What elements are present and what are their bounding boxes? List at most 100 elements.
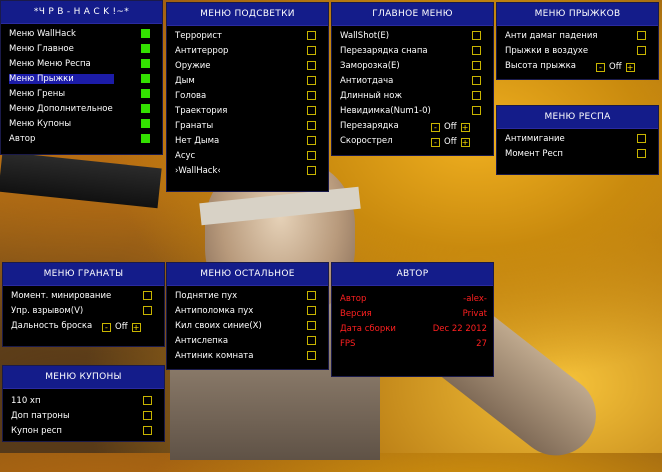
menu-checkbox[interactable] — [472, 61, 481, 70]
general-menu-item[interactable]: Антиотдача — [332, 74, 493, 89]
menu-checkbox[interactable] — [141, 44, 150, 53]
menu-item-label: Траектория — [175, 106, 228, 116]
menu-checkbox[interactable] — [307, 121, 316, 130]
general-menu-item[interactable]: Невидимка(Num1-0) — [332, 104, 493, 119]
plus-button[interactable]: + — [460, 138, 470, 147]
main-menu-item[interactable]: Меню Дополнительное — [1, 102, 162, 117]
menu-checkbox[interactable] — [472, 31, 481, 40]
highlight-menu-item[interactable]: Антитеррор — [167, 44, 328, 59]
general-menu-item[interactable]: Заморозка(E) — [332, 59, 493, 74]
highlight-menu-item[interactable]: Голова — [167, 89, 328, 104]
minus-button[interactable]: - — [102, 323, 111, 332]
menu-checkbox[interactable] — [307, 61, 316, 70]
general-menu-item[interactable]: Перезарядка снапа — [332, 44, 493, 59]
highlight-menu-item[interactable]: Террорист — [167, 29, 328, 44]
other-menu-item[interactable]: Кил своих синие(X) — [167, 319, 328, 334]
menu-checkbox[interactable] — [472, 46, 481, 55]
menu-checkbox[interactable] — [472, 106, 481, 115]
other-menu-item[interactable]: Антиник комната — [167, 349, 328, 364]
minus-button[interactable]: - — [596, 63, 605, 72]
menu-checkbox[interactable] — [143, 396, 152, 405]
stepper-control: - Off + — [596, 60, 635, 75]
highlight-menu-item[interactable]: Гранаты — [167, 119, 328, 134]
main-menu-item[interactable]: Меню Грены — [1, 87, 162, 102]
main-menu-item[interactable]: Меню Меню Респа — [1, 57, 162, 72]
general-menu-item[interactable]: Длинный нож — [332, 89, 493, 104]
author-info-row: FPS 27 — [332, 337, 493, 352]
other-menu-item[interactable]: Антислепка — [167, 334, 328, 349]
menu-item-label: Асус — [175, 151, 196, 161]
minus-button[interactable]: - — [431, 123, 440, 132]
highlight-menu-item[interactable]: Нет Дыма — [167, 134, 328, 149]
highlight-menu-item[interactable]: Дым — [167, 74, 328, 89]
plus-button[interactable]: + — [460, 123, 470, 132]
menu-checkbox[interactable] — [143, 411, 152, 420]
jump-menu-item[interactable]: Прыжки в воздухе — [497, 44, 658, 59]
highlight-menu-item[interactable]: Асус — [167, 149, 328, 164]
menu-checkbox[interactable] — [637, 46, 646, 55]
menu-checkbox[interactable] — [141, 74, 150, 83]
background-bandana — [199, 186, 361, 226]
other-menu-item[interactable]: Антиполомка пух — [167, 304, 328, 319]
menu-item-label: Меню Грены — [9, 89, 66, 99]
menu-checkbox[interactable] — [307, 106, 316, 115]
menu-checkbox[interactable] — [141, 104, 150, 113]
plus-button[interactable]: + — [131, 323, 141, 332]
grenade-menu-title: МЕНЮ ГРАНАТЫ — [3, 263, 164, 286]
main-menu-item[interactable]: Меню Купоны — [1, 117, 162, 132]
menu-checkbox[interactable] — [307, 351, 316, 360]
menu-checkbox[interactable] — [141, 59, 150, 68]
menu-checkbox[interactable] — [637, 31, 646, 40]
main-menu-item[interactable]: Меню WallHack — [1, 27, 162, 42]
main-menu-item[interactable]: Автор — [1, 132, 162, 147]
plus-button[interactable]: + — [625, 63, 635, 72]
respawn-menu-item[interactable]: Антимигание — [497, 132, 658, 147]
respawn-menu-item[interactable]: Момент Респ — [497, 147, 658, 162]
menu-checkbox[interactable] — [141, 29, 150, 38]
menu-checkbox[interactable] — [307, 46, 316, 55]
stepper-row: Скорострел - Off + — [332, 134, 493, 149]
menu-item-label: Заморозка(E) — [340, 61, 400, 71]
menu-checkbox[interactable] — [307, 76, 316, 85]
menu-checkbox[interactable] — [637, 134, 646, 143]
menu-checkbox[interactable] — [141, 89, 150, 98]
highlight-menu-list: Террорист Антитеррор Оружие Дым Голова Траект… — [167, 26, 328, 179]
menu-item-label: Дым — [175, 76, 195, 86]
author-info-row: Автор -alex- — [332, 292, 493, 307]
menu-checkbox[interactable] — [307, 336, 316, 345]
coupon-menu-item[interactable]: 110 хп — [3, 394, 164, 409]
menu-checkbox[interactable] — [472, 91, 481, 100]
highlight-menu-item[interactable]: Траектория — [167, 104, 328, 119]
jump-menu-item[interactable]: Анти дамаг падения — [497, 29, 658, 44]
menu-checkbox[interactable] — [472, 76, 481, 85]
highlight-menu-item[interactable]: ›WallHack‹ — [167, 164, 328, 179]
menu-checkbox[interactable] — [307, 306, 316, 315]
menu-checkbox[interactable] — [141, 119, 150, 128]
menu-checkbox[interactable] — [141, 134, 150, 143]
menu-checkbox[interactable] — [143, 291, 152, 300]
menu-checkbox[interactable] — [637, 149, 646, 158]
menu-checkbox[interactable] — [307, 166, 316, 175]
menu-checkbox[interactable] — [307, 151, 316, 160]
other-menu-list: Поднятие пух Антиполомка пух Кил своих син… — [167, 286, 328, 364]
menu-checkbox[interactable] — [307, 321, 316, 330]
menu-checkbox[interactable] — [307, 136, 316, 145]
coupon-menu-item[interactable]: Купон респ — [3, 424, 164, 439]
grenade-menu-item[interactable]: Упр. взрывом(V) — [3, 304, 164, 319]
menu-item-label: Нет Дыма — [175, 136, 220, 146]
general-menu-item[interactable]: WallShot(E) — [332, 29, 493, 44]
menu-checkbox[interactable] — [307, 291, 316, 300]
jump-menu-title: МЕНЮ ПРЫЖКОВ — [497, 3, 658, 26]
main-menu-item[interactable]: Меню Прыжки — [1, 72, 162, 87]
minus-button[interactable]: - — [431, 138, 440, 147]
coupon-menu-item[interactable]: Доп патроны — [3, 409, 164, 424]
menu-checkbox[interactable] — [307, 31, 316, 40]
menu-checkbox[interactable] — [143, 426, 152, 435]
main-menu-item[interactable]: Меню Главное — [1, 42, 162, 57]
jump-menu-list: Анти дамаг падения Прыжки в воздухе Высота… — [497, 26, 658, 74]
grenade-menu-item[interactable]: Момент. минирование — [3, 289, 164, 304]
other-menu-item[interactable]: Поднятие пух — [167, 289, 328, 304]
menu-checkbox[interactable] — [143, 306, 152, 315]
menu-checkbox[interactable] — [307, 91, 316, 100]
highlight-menu-item[interactable]: Оружие — [167, 59, 328, 74]
